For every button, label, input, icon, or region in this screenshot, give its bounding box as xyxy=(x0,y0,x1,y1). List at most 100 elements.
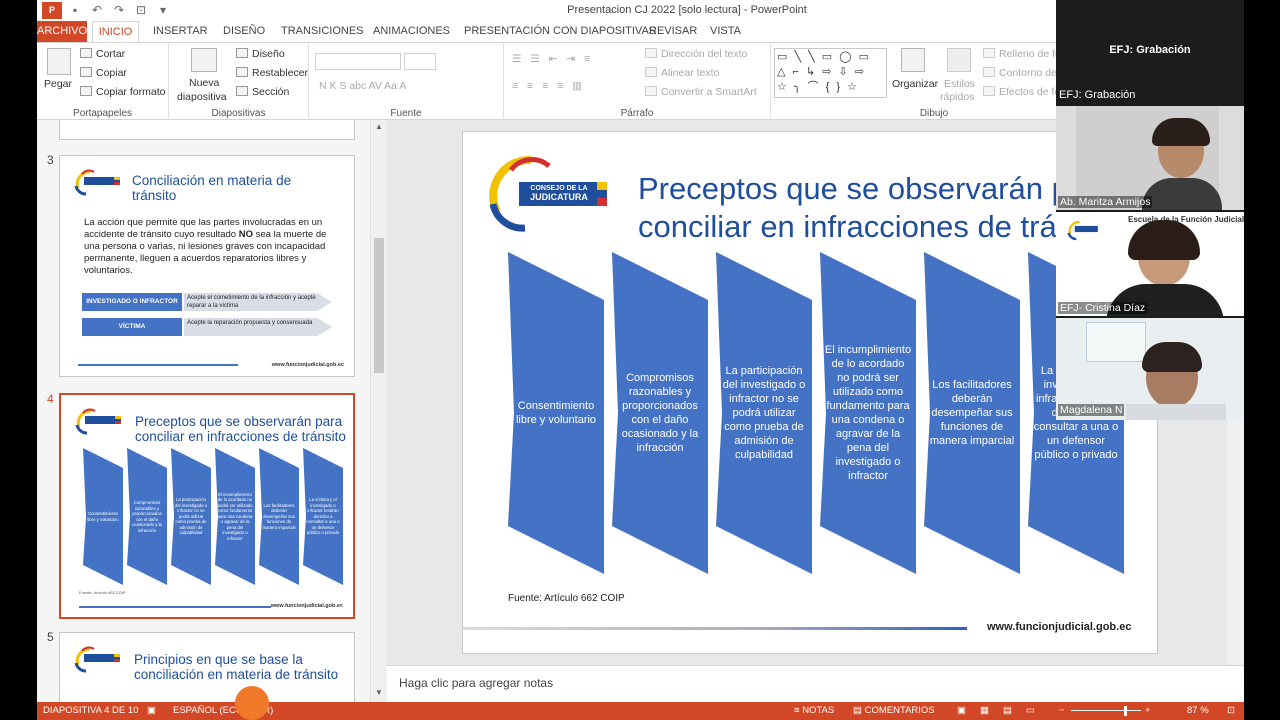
comments-toggle[interactable]: ▤ COMENTARIOS xyxy=(853,705,935,716)
font-size-box[interactable] xyxy=(404,53,436,70)
quick-styles-icon[interactable] xyxy=(947,48,971,72)
font-family-box[interactable] xyxy=(315,53,401,70)
shape-fill-button[interactable]: Relleno de fo xyxy=(983,48,1061,60)
slide-thumbnail-4[interactable]: Preceptos que se observarán para concili… xyxy=(59,393,355,619)
redo-icon[interactable]: ↷ xyxy=(111,3,127,17)
cut-button[interactable]: Cortar xyxy=(80,48,125,60)
view-buttons-icon[interactable]: ▣▦▤▭ xyxy=(957,705,1049,716)
copy-label: Copiar xyxy=(96,67,127,79)
thumbnail-3-row-text: Acepte el cometimiento de la infracción … xyxy=(184,293,332,311)
shapes-gallery[interactable]: ▭ ╲ ╲ ▭ ◯ ▭ △ ⌐ ↳ ⇨ ⇩ ⇨ ☆ ╮ ⌒ { } ☆ xyxy=(774,48,887,98)
group-diapositivas: Nueva diapositiva Diseño Restablecer Sec… xyxy=(169,43,309,120)
tab-inicio[interactable]: INICIO xyxy=(92,21,139,42)
participant-hair xyxy=(1142,342,1202,372)
thumbnail-5-title: Principios en que se base la conciliació… xyxy=(134,652,339,682)
undo-icon[interactable]: ↶ xyxy=(89,3,105,17)
slide-thumbnail-2[interactable] xyxy=(59,120,355,140)
paste-icon[interactable] xyxy=(47,48,71,75)
customize-toolbar-icon[interactable]: ▾ xyxy=(155,3,171,17)
fill-icon xyxy=(983,48,995,58)
spellcheck-icon[interactable]: ▣ xyxy=(147,705,156,716)
zoom-in-icon[interactable]: + xyxy=(1145,705,1151,716)
tab-presentacion[interactable]: PRESENTACIÓN CON DIAPOSITIVAS xyxy=(458,21,662,42)
thumbnail-3-title: Conciliación en materia de tránsito xyxy=(132,173,292,203)
thumbnail-chevron-label: El incumplimiento de lo acordado no podr… xyxy=(217,491,253,541)
slide-number-4: 4 xyxy=(47,392,54,406)
video-call-panel: EFJ: Grabación EFJ: Grabación Ab. Maritz… xyxy=(1056,0,1244,420)
new-slide-icon[interactable] xyxy=(191,48,217,72)
tab-archivo[interactable]: ARCHIVO xyxy=(37,21,87,42)
shape-effects-label: Efectos de fo xyxy=(999,86,1061,98)
shape-outline-label: Contorno de xyxy=(999,67,1057,79)
fit-slide-icon[interactable]: ⊡ xyxy=(1227,705,1235,716)
zoom-slider[interactable] xyxy=(1071,710,1141,711)
slide-number-3: 3 xyxy=(47,153,54,167)
tab-insertar[interactable]: INSERTAR xyxy=(147,21,214,42)
copy-icon xyxy=(80,67,92,77)
new-slide-label-2[interactable]: diapositiva xyxy=(177,91,227,103)
quick-access-toolbar: ▪ ↶ ↷ ⊡ ▾ xyxy=(67,3,171,17)
scroll-down-icon[interactable]: ▼ xyxy=(374,688,384,698)
tab-diseno[interactable]: DISEÑO xyxy=(217,21,271,42)
format-painter-button[interactable]: Copiar formato xyxy=(80,86,165,98)
comments-toggle-label: COMENTARIOS xyxy=(864,705,935,716)
quick-styles-label-2[interactable]: rápidos xyxy=(940,91,974,103)
font-format-buttons[interactable]: N K S abc AV Aa A xyxy=(319,80,406,92)
thumbnail-chevron-label: Consentimiento libre y voluntario xyxy=(87,511,119,522)
participant-tile-2[interactable]: Escuela de la Función Judicial EFJ- Cris… xyxy=(1056,212,1244,316)
right-black-bar xyxy=(1244,0,1280,720)
zoom-slider-thumb[interactable] xyxy=(1124,706,1127,716)
tab-transiciones[interactable]: TRANSICIONES xyxy=(275,21,370,42)
zoom-level[interactable]: 87 % xyxy=(1187,705,1209,716)
smartart-button[interactable]: Convertir a SmartArt xyxy=(645,86,757,98)
save-icon[interactable]: ▪ xyxy=(67,3,83,17)
align-text-button[interactable]: Alinear texto xyxy=(645,67,719,79)
arrange-button[interactable]: Organizar xyxy=(892,78,938,90)
slide-source: Fuente: Artículo 662 COIP xyxy=(508,593,625,604)
thumbnails-scrollbar[interactable]: ▲ ▼ xyxy=(370,120,387,702)
chevron-label: El incumplimiento de lo acordado no podr… xyxy=(824,344,912,482)
notes-toggle[interactable]: ≡ NOTAS xyxy=(794,705,834,716)
text-direction-button[interactable]: Dirección del texto xyxy=(645,48,747,60)
layout-label: Diseño xyxy=(252,48,285,60)
judicatura-logo-icon xyxy=(74,646,120,673)
tab-revisar[interactable]: REVISAR xyxy=(643,21,703,42)
scroll-thumb[interactable] xyxy=(374,238,384,373)
participant-name-3: Magdalena N xyxy=(1058,404,1125,416)
tab-vista[interactable]: VISTA xyxy=(704,21,747,42)
copy-button[interactable]: Copiar xyxy=(80,67,127,79)
reset-button[interactable]: Restablecer xyxy=(236,67,308,79)
recording-title: EFJ: Grabación xyxy=(1109,44,1191,56)
shape-outline-button[interactable]: Contorno de xyxy=(983,67,1057,79)
group-label-portapapeles: Portapapeles xyxy=(73,108,132,119)
participant-tile-1[interactable]: Ab. Maritza Armijos xyxy=(1056,106,1244,210)
new-slide-label-1[interactable]: Nueva xyxy=(189,77,219,89)
shape-effects-button[interactable]: Efectos de fo xyxy=(983,86,1060,98)
current-slide[interactable]: CONSEJO DE LA JUDICATURA Preceptos que s… xyxy=(462,131,1158,654)
participant-tile-3[interactable]: Magdalena N xyxy=(1056,318,1244,420)
paste-button[interactable]: Pegar xyxy=(44,78,72,90)
list-buttons-icon[interactable]: ☰ ☰ ⇤ ⇥ ≡ xyxy=(512,53,593,65)
align-buttons-icon[interactable]: ≡ ≡ ≡ ≡ ▥ xyxy=(512,80,585,92)
notes-pane[interactable]: Haga clic para agregar notas xyxy=(387,665,1244,702)
thumbnail-3-row-text-2: Acepte la reparación propuesta y consens… xyxy=(184,318,332,336)
thumbnail-4-source: Fuente: Artículo 662 COIP xyxy=(79,590,126,595)
thumbnail-3-body-bold: NO xyxy=(238,229,253,240)
start-slideshow-icon[interactable]: ⊡ xyxy=(133,3,149,17)
chevron-label: Los facilitadores deberán desempeñar sus… xyxy=(929,379,1015,447)
tab-animaciones[interactable]: ANIMACIONES xyxy=(367,21,456,42)
slide-thumbnail-3[interactable]: Conciliación en materia de tránsito La a… xyxy=(59,155,355,377)
slide-thumbnails-panel[interactable]: 3 Conciliación en materia de tránsito La… xyxy=(37,120,387,702)
scroll-up-icon[interactable]: ▲ xyxy=(374,122,384,132)
section-button[interactable]: Sección xyxy=(236,86,289,98)
thumbnail-chevron-label: La participación del investigado o infra… xyxy=(174,497,208,536)
participant-body xyxy=(1126,404,1226,420)
notes-placeholder[interactable]: Haga clic para agregar notas xyxy=(399,676,553,690)
quick-styles-label-1[interactable]: Estilos xyxy=(944,78,975,90)
arrange-icon[interactable] xyxy=(901,48,925,72)
slide-thumbnail-5[interactable]: Principios en que se base la conciliació… xyxy=(59,632,355,702)
zoom-out-icon[interactable]: − xyxy=(1059,705,1065,716)
chevron-label: Compromisos razonables y proporcionados … xyxy=(621,372,699,454)
layout-button[interactable]: Diseño xyxy=(236,48,285,60)
shapes-row-3: ☆ ╮ ⌒ { } ☆ xyxy=(777,81,859,93)
